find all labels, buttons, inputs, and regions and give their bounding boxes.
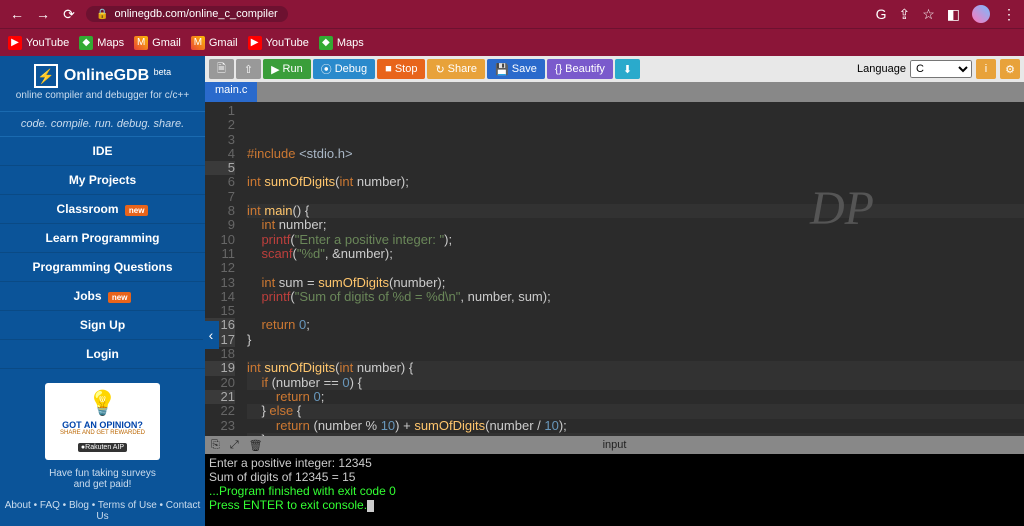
code-line[interactable]: int sumOfDigits(int number) {: [247, 361, 1024, 375]
motto: code. compile. run. debug. share.: [0, 111, 205, 137]
yt-icon: ▶: [248, 36, 262, 50]
nav-my-projects[interactable]: My Projects: [0, 166, 205, 195]
address-bar[interactable]: 🔒 onlinegdb.com/online_c_compiler: [86, 6, 288, 22]
bookmark-item[interactable]: ▶YouTube: [248, 36, 309, 50]
forward-button[interactable]: →: [34, 6, 52, 22]
code-line[interactable]: [247, 304, 1024, 318]
code-line[interactable]: [247, 347, 1024, 361]
logo[interactable]: ⚡ OnlineGDB beta: [34, 64, 171, 88]
console-label: input: [603, 439, 627, 451]
code-line[interactable]: int number;: [247, 218, 1024, 232]
debug-button[interactable]: ⦿ Debug: [313, 59, 375, 79]
share-icon[interactable]: ⇪: [898, 6, 910, 23]
url-text: onlinegdb.com/online_c_compiler: [114, 8, 277, 20]
extensions-icon[interactable]: ◧: [947, 6, 960, 23]
logo-icon: ⚡: [34, 64, 58, 88]
nav-sign-up[interactable]: Sign Up: [0, 311, 205, 340]
profile-avatar[interactable]: [972, 5, 990, 23]
code-line[interactable]: int sumOfDigits(int number);: [247, 175, 1024, 189]
console-copy-icon[interactable]: ⎘: [211, 439, 220, 452]
nav-ide[interactable]: IDE: [0, 137, 205, 166]
download-button[interactable]: ⬇: [615, 59, 640, 79]
language-select[interactable]: C: [910, 60, 972, 78]
code-line[interactable]: if (number == 0) {: [247, 376, 1024, 390]
nav-learn-programming[interactable]: Learn Programming: [0, 224, 205, 253]
language-label: Language: [857, 63, 906, 75]
reload-button[interactable]: ⟳: [60, 6, 78, 23]
back-button[interactable]: ←: [8, 6, 26, 22]
upload-button[interactable]: ⇧: [236, 59, 261, 79]
code-line[interactable]: scanf("%d", &number);: [247, 247, 1024, 261]
save-button[interactable]: 💾 Save: [487, 59, 545, 79]
run-button[interactable]: ▶ Run: [263, 59, 311, 79]
collapse-sidebar-button[interactable]: ‹: [203, 321, 219, 349]
code-line[interactable]: int sum = sumOfDigits(number);: [247, 276, 1024, 290]
code-line[interactable]: return 0;: [247, 390, 1024, 404]
nav-programming-questions[interactable]: Programming Questions: [0, 253, 205, 282]
code-line[interactable]: int main() {: [247, 204, 1024, 218]
code-line[interactable]: #include <stdio.h>: [247, 147, 1024, 161]
code-line[interactable]: return (number % 10) + sumOfDigits(numbe…: [247, 419, 1024, 433]
settings-button[interactable]: ⚙: [1000, 59, 1020, 79]
bookmark-item[interactable]: ▶YouTube: [8, 36, 69, 50]
code-line[interactable]: printf("Sum of digits of %d = %d\n", num…: [247, 290, 1024, 304]
share-button[interactable]: ↻ Share: [427, 59, 485, 79]
bookmark-item[interactable]: ◆Maps: [319, 36, 364, 50]
new-file-button[interactable]: 🗎: [209, 59, 234, 79]
bookmark-item[interactable]: MGmail: [134, 36, 181, 50]
nav-jobs[interactable]: Jobs new: [0, 282, 205, 311]
menu-icon[interactable]: ⋮: [1002, 6, 1016, 23]
bookmarks-bar: ▶YouTube ◆Maps MGmail MGmail ▶YouTube ◆Maps: [0, 28, 1024, 56]
file-tab[interactable]: main.c: [205, 82, 257, 102]
ad-banner[interactable]: 💡 GOT AN OPINION? SHARE AND GET REWARDED…: [45, 383, 160, 460]
nav-login[interactable]: Login: [0, 340, 205, 369]
console-toolbar: ⎘ ⤢ 🗑 input: [205, 436, 1024, 454]
code-line[interactable]: [247, 161, 1024, 175]
translate-icon[interactable]: G: [876, 6, 887, 22]
gmail-icon: M: [191, 36, 205, 50]
browser-nav-bar: ← → ⟳ 🔒 onlinegdb.com/online_c_compiler …: [0, 0, 1024, 28]
lock-icon: 🔒: [96, 9, 108, 20]
bookmark-star-icon[interactable]: ☆: [922, 6, 935, 23]
code-line[interactable]: [247, 190, 1024, 204]
sidebar: ⚡ OnlineGDB beta online compiler and deb…: [0, 56, 205, 526]
code-line[interactable]: }: [247, 333, 1024, 347]
code-line[interactable]: [247, 261, 1024, 275]
bookmark-item[interactable]: MGmail: [191, 36, 238, 50]
footer-links[interactable]: About • FAQ • Blog • Terms of Use • Cont…: [0, 496, 205, 526]
code-line[interactable]: } else {: [247, 404, 1024, 418]
tagline: online compiler and debugger for c/c++: [0, 90, 205, 101]
ad-text: Have fun taking surveysand get paid!: [0, 466, 205, 492]
maps-icon: ◆: [319, 36, 333, 50]
info-button[interactable]: i: [976, 59, 996, 79]
code-editor[interactable]: 1234567891011121314151617181920212223 DP…: [205, 102, 1024, 436]
stop-button[interactable]: ■ Stop: [377, 59, 425, 79]
bulb-icon: 💡: [49, 389, 156, 418]
maps-icon: ◆: [79, 36, 93, 50]
bookmark-item[interactable]: ◆Maps: [79, 36, 124, 50]
gmail-icon: M: [134, 36, 148, 50]
yt-icon: ▶: [8, 36, 22, 50]
tab-bar: main.c: [205, 82, 1024, 102]
beautify-button[interactable]: {} Beautify: [547, 59, 613, 79]
nav-classroom[interactable]: Classroom new: [0, 195, 205, 224]
console-trash-icon[interactable]: 🗑: [249, 439, 263, 452]
code-line[interactable]: printf("Enter a positive integer: ");: [247, 233, 1024, 247]
console-expand-icon[interactable]: ⤢: [230, 439, 239, 452]
code-line[interactable]: return 0;: [247, 318, 1024, 332]
console-output[interactable]: Enter a positive integer: 12345Sum of di…: [205, 454, 1024, 526]
editor-toolbar: 🗎 ⇧ ▶ Run ⦿ Debug ■ Stop ↻ Share 💾 Save …: [205, 56, 1024, 82]
